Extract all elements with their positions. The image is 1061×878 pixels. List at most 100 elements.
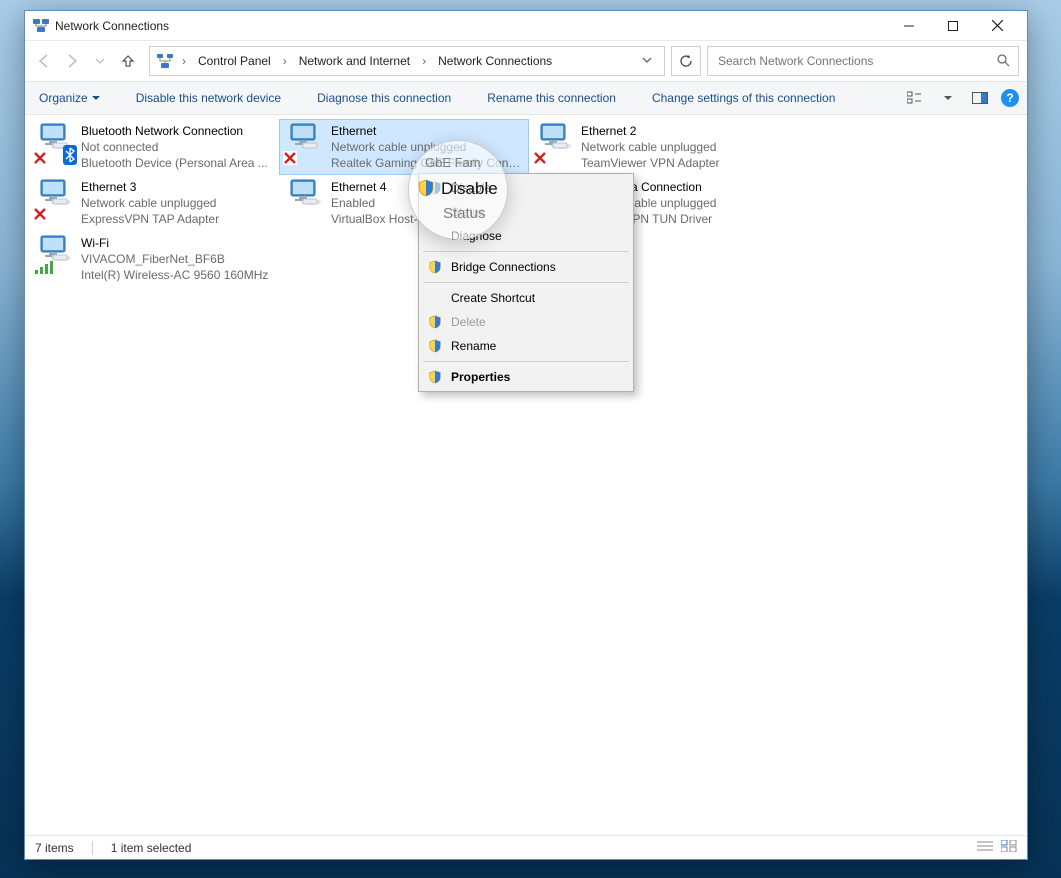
menu-separator — [423, 282, 629, 283]
breadcrumb-item[interactable]: Network Connections — [434, 52, 556, 70]
large-icons-view-icon[interactable] — [1001, 840, 1017, 855]
menu-item-label: Delete — [451, 315, 486, 329]
network-connections-window: Network Connections › Control Panel › Ne… — [24, 10, 1028, 860]
connection-name: Bluetooth Network Connection — [81, 123, 273, 139]
forward-button[interactable] — [61, 50, 83, 72]
organize-menu[interactable]: Organize — [33, 87, 106, 109]
shield-icon — [427, 338, 443, 354]
menu-item-disable[interactable]: Disable — [421, 176, 631, 200]
shield-icon — [427, 369, 443, 385]
menu-item-create-shortcut[interactable]: Create Shortcut — [421, 286, 631, 310]
address-dropdown[interactable] — [636, 54, 658, 68]
connection-device: Intel(R) Wireless-AC 9560 160MHz — [81, 267, 273, 283]
connection-status: Network cable unplugged — [331, 139, 523, 155]
breadcrumb-item[interactable]: Network and Internet — [295, 52, 414, 70]
adapter-icon — [535, 123, 575, 163]
menu-item-label: Bridge Connections — [451, 260, 556, 274]
connection-status: VIVACOM_FiberNet_BF6B — [81, 251, 273, 267]
menu-item-label: Rename — [451, 339, 496, 353]
cmd-rename[interactable]: Rename this connection — [481, 87, 622, 109]
command-bar: Organize Disable this network device Dia… — [25, 81, 1027, 115]
menu-item-label: Create Shortcut — [451, 291, 535, 305]
search-input[interactable] — [716, 53, 996, 69]
connection-status: Not connected — [81, 139, 273, 155]
menu-item-properties[interactable]: Properties — [421, 365, 631, 389]
shield-icon — [427, 259, 443, 275]
disconnected-icon — [33, 151, 47, 165]
address-bar[interactable]: › Control Panel › Network and Internet ›… — [149, 46, 665, 76]
breadcrumb-item[interactable]: Control Panel — [194, 52, 275, 70]
window-icon — [33, 18, 49, 34]
connection-item[interactable]: Ethernet 3Network cable unpluggedExpress… — [29, 175, 279, 231]
connection-name: Ethernet 3 — [81, 179, 273, 195]
connection-name: Wi-Fi — [81, 235, 273, 251]
refresh-button[interactable] — [671, 46, 701, 76]
view-dropdown[interactable] — [937, 87, 959, 109]
menu-item-rename[interactable]: Rename — [421, 334, 631, 358]
connection-text: Wi-FiVIVACOM_FiberNet_BF6BIntel(R) Wirel… — [81, 235, 273, 283]
connection-item[interactable]: Ethernet 2Network cable unpluggedTeamVie… — [529, 119, 779, 175]
disconnected-icon — [283, 151, 297, 165]
connection-text: Ethernet 2Network cable unpluggedTeamVie… — [581, 123, 773, 171]
connection-text: EthernetNetwork cable unpluggedRealtek G… — [331, 123, 523, 171]
address-row: › Control Panel › Network and Internet ›… — [25, 41, 1027, 81]
bluetooth-icon — [63, 145, 77, 165]
close-button[interactable] — [975, 12, 1019, 40]
cmd-change-settings[interactable]: Change settings of this connection — [646, 87, 841, 109]
up-button[interactable] — [117, 50, 139, 72]
menu-item-status: Status — [421, 200, 631, 224]
connection-status: Network cable unplugged — [581, 139, 773, 155]
view-options-button[interactable] — [905, 87, 927, 109]
minimize-button[interactable] — [887, 12, 931, 40]
recent-dropdown[interactable] — [89, 50, 111, 72]
chevron-right-icon: › — [281, 54, 289, 68]
shield-icon — [427, 180, 443, 196]
connection-item[interactable]: EthernetNetwork cable unpluggedRealtek G… — [279, 119, 529, 175]
menu-item-delete: Delete — [421, 310, 631, 334]
adapter-icon — [35, 235, 75, 275]
cmd-diagnose[interactable]: Diagnose this connection — [311, 87, 457, 109]
wifi-signal-icon — [35, 260, 55, 277]
item-count: 7 items — [35, 841, 74, 855]
address-icon — [156, 52, 174, 70]
connection-status: Network cable unplugged — [81, 195, 273, 211]
window-title: Network Connections — [55, 19, 887, 33]
status-bar: 7 items 1 item selected — [25, 835, 1027, 859]
selection-count: 1 item selected — [111, 841, 192, 855]
connection-item[interactable]: Bluetooth Network ConnectionNot connecte… — [29, 119, 279, 175]
search-icon[interactable] — [996, 53, 1010, 70]
connection-device: ExpressVPN TAP Adapter — [81, 211, 273, 227]
cmd-disable[interactable]: Disable this network device — [130, 87, 287, 109]
menu-item-label: Status — [451, 205, 485, 219]
connection-name: Ethernet 2 — [581, 123, 773, 139]
titlebar: Network Connections — [25, 11, 1027, 41]
details-view-icon[interactable] — [977, 840, 993, 855]
shield-icon — [427, 314, 443, 330]
connection-item[interactable]: Wi-FiVIVACOM_FiberNet_BF6BIntel(R) Wirel… — [29, 231, 279, 287]
menu-item-diagnose[interactable]: Diagnose — [421, 224, 631, 248]
chevron-right-icon: › — [180, 54, 188, 68]
context-menu: Disable Status Diagnose Bridge Connections C… — [418, 173, 634, 392]
connection-device: Realtek Gaming GbE Family Contr... — [331, 155, 523, 171]
help-button[interactable]: ? — [1001, 89, 1019, 107]
preview-pane-button[interactable] — [969, 87, 991, 109]
connection-name: Ethernet — [331, 123, 523, 139]
adapter-icon — [285, 123, 325, 163]
chevron-right-icon: › — [420, 54, 428, 68]
maximize-button[interactable] — [931, 12, 975, 40]
back-button[interactable] — [33, 50, 55, 72]
disconnected-icon — [533, 151, 547, 165]
adapter-icon — [35, 123, 75, 163]
adapter-icon — [35, 179, 75, 219]
menu-separator — [423, 251, 629, 252]
menu-item-label: Disable — [451, 181, 491, 195]
connection-device: Bluetooth Device (Personal Area ... — [81, 155, 273, 171]
connection-text: Bluetooth Network ConnectionNot connecte… — [81, 123, 273, 171]
menu-item-label: Properties — [451, 370, 510, 384]
disconnected-icon — [33, 207, 47, 221]
menu-item-bridge-connections[interactable]: Bridge Connections — [421, 255, 631, 279]
search-box[interactable] — [707, 46, 1019, 76]
menu-item-label: Diagnose — [451, 229, 502, 243]
menu-separator — [423, 361, 629, 362]
adapter-icon — [285, 179, 325, 219]
